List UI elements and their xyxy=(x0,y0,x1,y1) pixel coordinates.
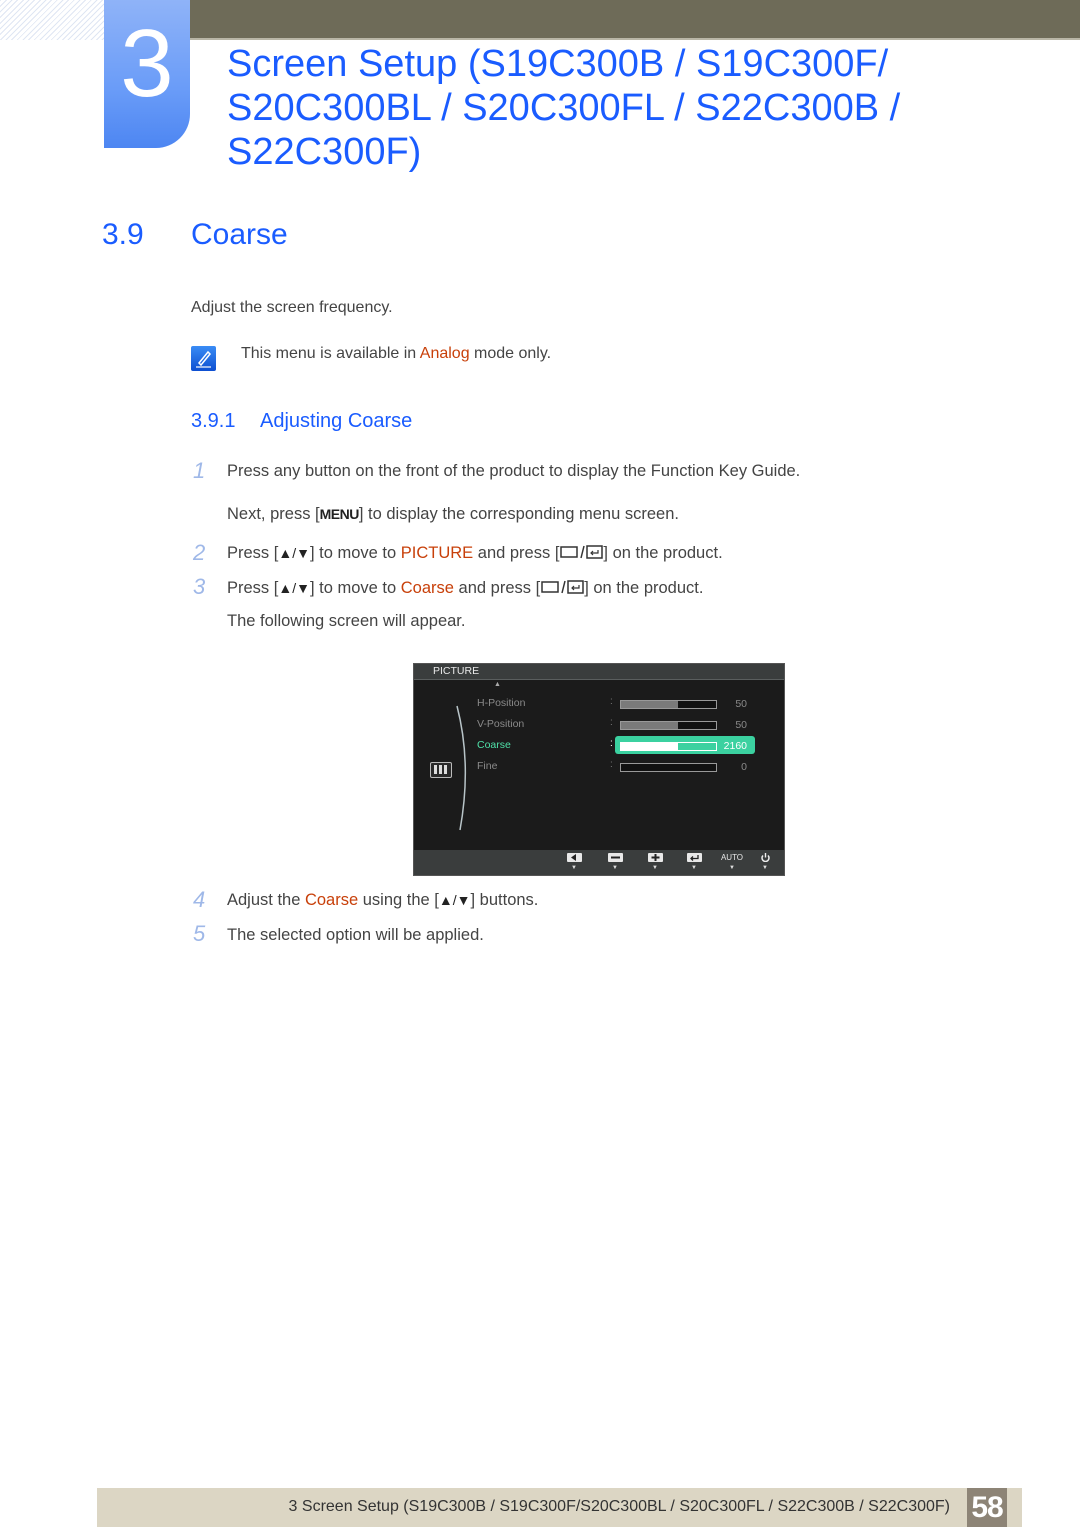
step-number: 1 xyxy=(193,458,206,483)
chapter-badge: 3 xyxy=(104,0,190,148)
up-down-arrow-icon: ▲/▼ xyxy=(278,580,310,596)
chapter-title-line: S22C300F) xyxy=(227,131,422,173)
enter-icon: ▼ xyxy=(686,853,702,871)
header-bar xyxy=(190,0,1080,40)
source-enter-icon xyxy=(559,544,604,560)
page-number: 58 xyxy=(967,1488,1007,1527)
note-pencil-icon xyxy=(191,346,216,371)
scroll-up-arrow-icon: ▲ xyxy=(494,681,501,688)
osd-slider xyxy=(620,700,717,709)
auto-button-label: AUTO ▼ xyxy=(720,853,744,871)
step-number: 3 xyxy=(193,574,206,599)
source-enter-icon xyxy=(540,579,584,595)
osd-row-coarse: Coarse : 2160 xyxy=(477,736,777,755)
section-number: 3.9 xyxy=(102,218,144,251)
subsection-title: Adjusting Coarse xyxy=(260,410,413,432)
chapter-title: Screen Setup (S19C300B / S19C300F/ S20C3… xyxy=(227,42,1027,174)
left-icon: ▼ xyxy=(566,853,582,871)
up-down-arrow-icon: ▲/▼ xyxy=(438,892,471,908)
step-text: Adjust the Coarse using the [▲/▼] button… xyxy=(227,891,539,909)
subsection-number: 3.9.1 xyxy=(191,410,236,432)
osd-function-bar: ▼ ▼ ▼ ▼ AUTO ▼ ▼ xyxy=(414,850,784,875)
minus-icon: ▼ xyxy=(607,853,623,871)
osd-row-fine: Fine : 0 xyxy=(477,759,747,773)
menu-key-icon: MENU xyxy=(319,506,360,522)
coarse-highlight: Coarse xyxy=(304,891,359,909)
chapter-title-line: S20C300BL / S20C300FL / S22C300B / xyxy=(227,87,901,129)
step-number: 2 xyxy=(193,540,206,565)
step-text: The selected option will be applied. xyxy=(227,926,484,944)
osd-row-h-position: H-Position : 50 xyxy=(477,696,747,710)
osd-slider xyxy=(620,763,717,772)
step-number: 4 xyxy=(193,887,206,912)
header-hatch-decoration xyxy=(0,0,105,40)
note-text: This menu is available in Analog mode on… xyxy=(241,345,552,362)
osd-arc-decoration xyxy=(456,705,467,831)
chapter-number: 3 xyxy=(120,10,174,117)
chapter-title-line: Screen Setup (S19C300B / S19C300F/ xyxy=(227,43,889,85)
step-text: Press [▲/▼] to move to PICTURE and press… xyxy=(227,544,723,562)
power-icon: ▼ xyxy=(757,853,773,871)
step-text: The following screen will appear. xyxy=(227,612,466,630)
step-number: 5 xyxy=(193,921,206,946)
step-text: Press any button on the front of the pro… xyxy=(227,462,801,480)
osd-header-label: PICTURE xyxy=(433,665,480,677)
plus-icon: ▼ xyxy=(647,853,663,871)
analog-highlight: Analog xyxy=(419,345,470,362)
osd-row-v-position: V-Position : 50 xyxy=(477,717,747,731)
coarse-highlight: Coarse xyxy=(400,579,454,597)
step-text: Next, press [MENU] to display the corres… xyxy=(227,505,679,523)
picture-highlight: PICTURE xyxy=(400,544,474,562)
page-footer: 3 Screen Setup (S19C300B / S19C300F/S20C… xyxy=(97,1488,1022,1527)
step-text: Press [▲/▼] to move to Coarse and press … xyxy=(227,579,704,597)
picture-menu-icon xyxy=(430,762,452,778)
intro-text: Adjust the screen frequency. xyxy=(191,299,393,316)
footer-title: 3 Screen Setup (S19C300B / S19C300F/S20C… xyxy=(288,1498,950,1515)
osd-header: PICTURE xyxy=(414,664,784,680)
osd-slider xyxy=(620,742,717,751)
section-title: Coarse xyxy=(191,218,288,251)
up-down-arrow-icon: ▲/▼ xyxy=(278,545,310,561)
osd-slider xyxy=(620,721,717,730)
osd-menu-screenshot: PICTURE ▲ H-Position : 50 V-Position : 5… xyxy=(413,663,785,876)
